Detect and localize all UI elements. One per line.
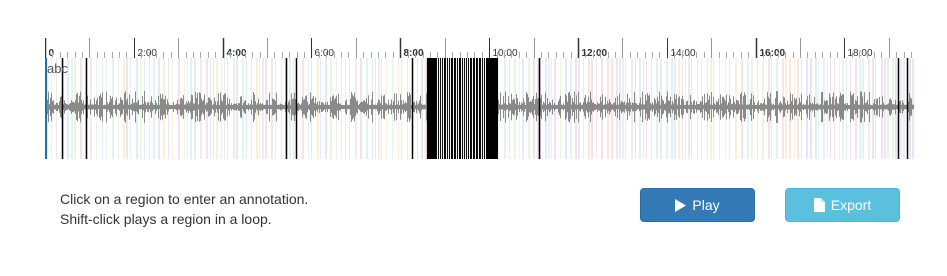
play-icon (675, 198, 687, 212)
audio-player[interactable]: 0 2:00 4:00 6:00 8:00 10:00 12:00 14:00 16:00 18:… (45, 38, 914, 159)
timeline-tick-label: 18:00 (848, 48, 873, 58)
waveform-canvas[interactable] (45, 58, 914, 159)
timeline-tick-label: 0 (49, 48, 55, 58)
dense-band-gap (455, 58, 457, 159)
play-button-label: Play (692, 197, 720, 213)
file-icon (813, 198, 825, 212)
dense-band-gap (477, 58, 479, 159)
dense-band-gap (484, 58, 486, 159)
dense-band-gap (442, 58, 444, 159)
help-text: Click on a region to enter an annotation… (60, 189, 308, 229)
dense-band-gap (449, 58, 451, 159)
play-button[interactable]: Play (640, 188, 755, 222)
dense-band-gap (457, 58, 459, 159)
help-line-1: Click on a region to enter an annotation… (60, 191, 309, 207)
dense-band-gap (482, 58, 484, 159)
dense-band-gap (460, 58, 462, 159)
dense-band-gap (466, 58, 468, 159)
dense-band-gap (474, 58, 476, 159)
dense-band-gap (452, 58, 454, 159)
help-line-2: Shift-click plays a region in a loop. (60, 211, 272, 227)
region-annotation-label[interactable]: abc (47, 61, 68, 76)
dense-band-gap (471, 58, 473, 159)
timeline: 0 2:00 4:00 6:00 8:00 10:00 12:00 14:00 16:00 18:… (45, 38, 914, 58)
dense-band-gap (445, 58, 447, 159)
dense-band-gap (438, 58, 440, 159)
export-button-label: Export (830, 197, 872, 213)
timeline-tick-label: 6:00 (315, 48, 335, 58)
dense-band-gap (468, 58, 470, 159)
dense-band-gap (462, 58, 464, 159)
timeline-tick-label: 10:00 (493, 48, 518, 58)
dense-band-gap (436, 58, 438, 159)
dense-band-gap (480, 58, 482, 159)
timeline-tick-label: 8:00 (404, 48, 424, 58)
export-button[interactable]: Export (785, 188, 900, 222)
waveform[interactable]: abc (45, 58, 914, 159)
dense-band-gap (464, 58, 466, 159)
timeline-ruler: 0 2:00 4:00 6:00 8:00 10:00 12:00 14:00 16:00 18:… (45, 38, 912, 58)
dense-band-gap (440, 58, 442, 159)
timeline-tick-label: 2:00 (138, 48, 158, 58)
timeline-tick-label: 4:00 (227, 48, 247, 58)
dense-band-gap (447, 58, 449, 159)
